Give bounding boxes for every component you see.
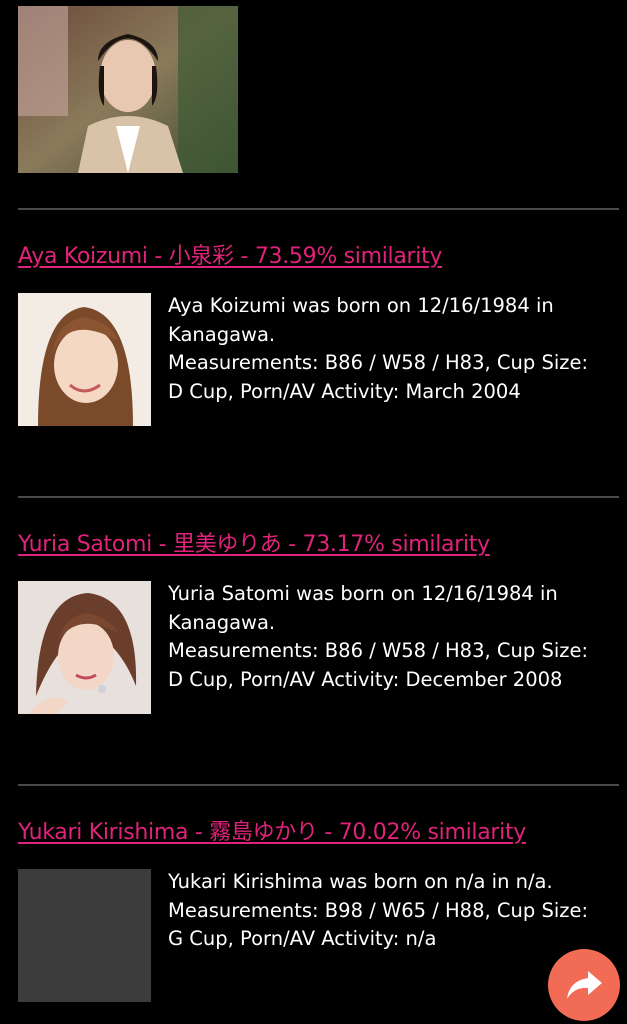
photo-placeholder[interactable]: [18, 869, 151, 1002]
bio-measurements: Measurements: B86 / W58 / H83, Cup Size:…: [168, 639, 589, 691]
divider: [18, 496, 619, 498]
result-title-link[interactable]: Yuria Satomi - 里美ゆりあ - 73.17% similarity: [18, 526, 490, 558]
result-description: Yuria Satomi was born on 12/16/1984 in K…: [168, 580, 608, 694]
share-arrow-icon: [567, 971, 602, 999]
divider: [18, 208, 619, 210]
source-photo-image: [18, 6, 238, 173]
share-button[interactable]: [548, 949, 620, 1021]
bio-measurements: Measurements: B98 / W65 / H88, Cup Size:…: [168, 898, 589, 951]
divider: [18, 784, 619, 786]
result-description: Yukari Kirishima was born on n/a in n/a.…: [168, 868, 608, 954]
bio-birth: Yukari Kirishima was born on n/a in n/a.: [168, 870, 553, 893]
result-photo[interactable]: [18, 293, 151, 426]
result-title-link[interactable]: Yukari Kirishima - 霧島ゆかり - 70.02% simila…: [18, 814, 526, 846]
portrait-photo: [18, 293, 151, 426]
portrait-photo: [18, 581, 151, 714]
bio-measurements: Measurements: B86 / W58 / H83, Cup Size:…: [168, 351, 589, 403]
result-title-link[interactable]: Aya Koizumi - 小泉彩 - 73.59% similarity: [18, 238, 442, 270]
result-description: Aya Koizumi was born on 12/16/1984 in Ka…: [168, 292, 608, 406]
bio-birth: Aya Koizumi was born on 12/16/1984 in Ka…: [168, 294, 554, 346]
source-photo: [18, 6, 238, 173]
bio-birth: Yuria Satomi was born on 12/16/1984 in K…: [168, 582, 558, 634]
result-photo[interactable]: [18, 581, 151, 714]
